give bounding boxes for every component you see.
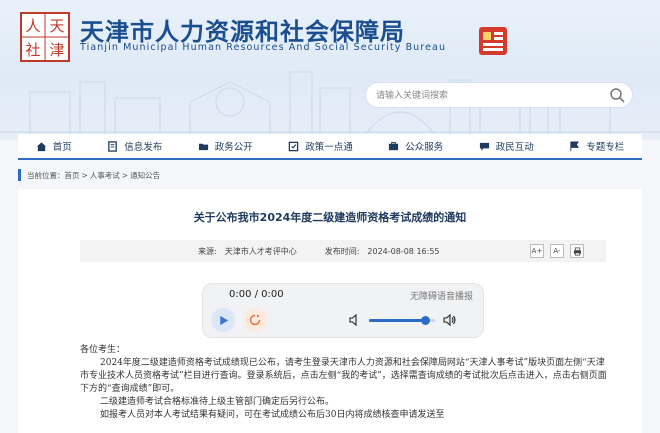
policy-icon: [288, 141, 299, 151]
volume-high-icon[interactable]: [443, 313, 457, 327]
nav-item-policy[interactable]: 政策一点通: [288, 139, 353, 153]
nav-label: 公众服务: [405, 142, 444, 153]
breadcrumb-exam[interactable]: 人事考试: [90, 170, 120, 181]
font-increase-button[interactable]: A+: [530, 244, 544, 258]
print-button[interactable]: [570, 244, 584, 258]
breadcrumb-label: 当前位置：: [27, 170, 65, 180]
site-subtitle: Tianjin Municipal Human Resources And So…: [80, 42, 447, 53]
font-decrease-button[interactable]: A-: [550, 244, 564, 258]
article-title: 关于公布我市2024年度二级建造师资格考试成绩的通知: [193, 211, 467, 224]
search-box: [365, 82, 633, 108]
bureau-logo: 人 天 社 津: [20, 12, 70, 62]
article-meta: 来源: 天津市人才考评中心 发布时间: 2024-08-08 16:55 A+ …: [80, 240, 606, 262]
nav-label: 政策一点通: [305, 142, 353, 153]
print-icon: [573, 246, 581, 256]
body-paragraph: 2024年度二级建造师资格考试成绩现已公布，请考生登录天津市人力资源和社会保障局…: [80, 358, 607, 394]
publish-time-label: 发布时间:: [324, 246, 360, 256]
search-icon[interactable]: [609, 87, 626, 104]
body-paragraph: 如报考人员对本人考试结果有疑问，可在考试成绩公布后30日内将成绩核查申请发送至: [100, 410, 445, 420]
volume-low-icon[interactable]: [349, 314, 361, 326]
volume-slider[interactable]: [369, 316, 435, 325]
nav-item-interaction[interactable]: 政民互动: [479, 139, 534, 153]
nav-item-home[interactable]: 首页: [36, 139, 72, 153]
volume-fill: [369, 319, 426, 322]
breadcrumb-accent-bar: [18, 169, 21, 181]
search-input[interactable]: [376, 87, 596, 104]
play-button[interactable]: [211, 308, 235, 332]
party-seal-icon: [479, 27, 507, 55]
volume-knob[interactable]: [420, 316, 430, 325]
loop-icon: [249, 314, 261, 326]
source-label: 来源:: [198, 246, 217, 256]
nav-label: 政民互动: [495, 142, 534, 153]
tts-label: 无障碍语音播报: [409, 292, 473, 302]
article-body: 各位考生： 2024年度二级建造师资格考试成绩现已公布，请考生登录天津市人力资源…: [80, 344, 610, 422]
nav-label: 首页: [52, 142, 72, 153]
breadcrumb-home[interactable]: 首页: [65, 170, 80, 181]
service-icon: [389, 141, 399, 150]
audio-player: 0:00 / 0:00 无障碍语音播报: [202, 283, 484, 338]
breadcrumb-notice[interactable]: 通知公告: [130, 170, 160, 181]
article-card: 关于公布我市2024年度二级建造师资格考试成绩的通知 来源: 天津市人才考评中心…: [18, 189, 642, 433]
main-nav: 首页 信息发布 政务公开 政策一点通 公众服务 政民互动 专题专栏: [18, 134, 642, 160]
logo-char: 社: [25, 41, 40, 59]
folder-icon: [198, 143, 208, 150]
home-icon: [36, 141, 46, 151]
nav-item-service[interactable]: 公众服务: [388, 139, 443, 153]
nav-label: 信息发布: [124, 142, 163, 153]
source-value: 天津市人才考评中心: [224, 246, 297, 256]
publish-time-value: 2024-08-08 16:55: [367, 246, 440, 256]
nav-item-affairs[interactable]: 政务公开: [198, 139, 253, 153]
loop-button[interactable]: [243, 308, 267, 332]
site-header: 人 天 社 津 天津市人力资源和社会保障局 Tianjin Municipal …: [0, 0, 660, 140]
nav-label: 专题专栏: [586, 142, 625, 153]
nav-item-topics[interactable]: 专题专栏: [569, 139, 624, 153]
body-paragraph: 二级建造师考试合格标准待上级主管部门确定后另行公布。: [100, 397, 335, 407]
logo-char: 天: [49, 17, 64, 35]
logo-char: 津: [49, 41, 64, 59]
topic-icon: [570, 140, 580, 151]
document-icon: [108, 140, 118, 152]
play-icon: [219, 315, 228, 325]
logo-char: 人: [25, 17, 40, 35]
audio-time: 0:00 / 0:00: [229, 289, 284, 300]
greeting: 各位考生：: [80, 345, 126, 355]
nav-label: 政务公开: [214, 142, 253, 153]
breadcrumb-separator: >: [81, 170, 88, 180]
chat-icon: [479, 142, 489, 151]
breadcrumb: 当前位置： 首页 > 人事考试 > 通知公告: [18, 168, 642, 182]
breadcrumb-separator: >: [121, 170, 129, 180]
nav-item-info[interactable]: 信息发布: [107, 139, 162, 153]
